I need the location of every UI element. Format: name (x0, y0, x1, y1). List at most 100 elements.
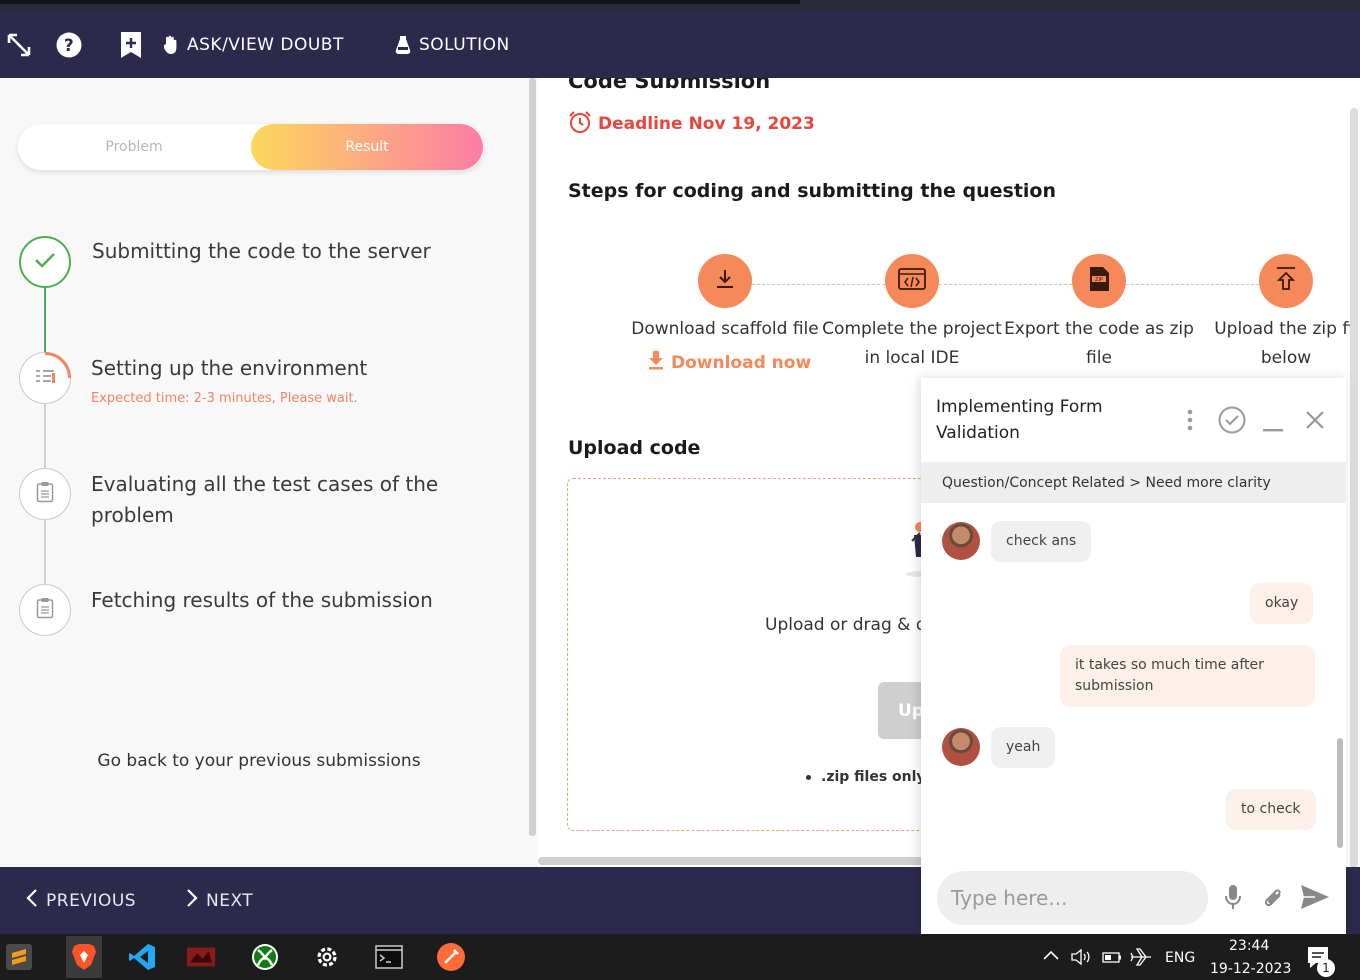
bookmark-button[interactable] (120, 12, 142, 78)
postman-icon[interactable] (436, 942, 466, 972)
solution-button[interactable]: SOLUTION (395, 12, 510, 78)
step-title: Evaluating all the test cases of the pro… (91, 469, 438, 531)
help-icon: ? (56, 32, 82, 58)
step-expected-time: Expected time: 2-3 minutes, Please wait. (91, 391, 358, 406)
step-label: Export the code as zip file (1001, 315, 1197, 373)
game-app-icon[interactable] (186, 942, 216, 972)
right-scrollbar[interactable] (1350, 108, 1358, 867)
left-scrollbar[interactable] (529, 78, 536, 836)
help-button[interactable]: ? (56, 12, 82, 78)
deadline-date: Nov 19, 2023 (688, 114, 815, 134)
next-button[interactable]: NEXT (186, 867, 253, 934)
clipboard-icon (36, 481, 54, 507)
previous-button[interactable]: PREVIOUS (26, 867, 136, 934)
step-active-circle (19, 351, 71, 404)
tray-expand-icon[interactable] (1042, 949, 1060, 965)
step-title: Submitting the code to the server (92, 239, 431, 263)
alarm-clock-icon (568, 110, 592, 138)
deadline-row: Deadline Nov 19, 2023 (568, 110, 815, 138)
raised-hand-icon (163, 35, 179, 55)
solution-label: SOLUTION (419, 35, 510, 55)
close-icon[interactable] (1305, 410, 1325, 434)
chat-title-line: Implementing Form (936, 397, 1103, 417)
chat-message-line: it takes so much time after (1075, 657, 1264, 673)
chat-message-out: okay (1250, 583, 1314, 624)
download-icon (713, 267, 737, 295)
step-pending-circle (19, 584, 71, 636)
code-window-icon (898, 267, 926, 295)
step-node: ZIP (1072, 254, 1126, 308)
result-panel: Problem Result Submitting the code to th… (0, 78, 538, 867)
chat-title-line: Validation (936, 423, 1020, 443)
xbox-icon[interactable] (250, 942, 280, 972)
chat-message-out: it takes so much time after submission (1060, 645, 1315, 707)
step-label: Upload the zip fil below (1188, 315, 1360, 373)
problem-result-toggle: Problem Result (18, 124, 484, 170)
step-node (698, 254, 752, 308)
step-label: Download scaffold file (627, 315, 823, 344)
send-icon[interactable] (1300, 884, 1330, 914)
chat-input[interactable]: Type here... (937, 871, 1208, 925)
language-indicator[interactable]: ENG (1165, 950, 1195, 966)
bookmark-add-icon (120, 31, 142, 59)
timeline-line (44, 520, 46, 584)
step-label-line: Upload the zip fil (1214, 319, 1358, 339)
tab-result[interactable]: Result (251, 124, 483, 170)
upload-icon (1274, 266, 1298, 296)
avatar (942, 522, 980, 560)
chat-category: Question/Concept Related > Need more cla… (921, 462, 1346, 503)
step-label-line: file (1086, 348, 1112, 368)
chat-scrollbar[interactable] (1337, 738, 1343, 848)
step-title-line: problem (91, 503, 174, 527)
microphone-icon[interactable] (1224, 884, 1242, 914)
step-connector (939, 284, 1072, 285)
step-label: Complete the project in local IDE (814, 315, 1010, 373)
chat-message-line: submission (1075, 678, 1154, 694)
airplane-mode-icon[interactable] (1130, 947, 1152, 971)
brave-browser-icon[interactable] (66, 936, 102, 978)
step-label-line: Download scaffold file (631, 319, 819, 339)
previous-label: PREVIOUS (46, 890, 137, 911)
attachment-icon[interactable] (1261, 884, 1285, 914)
browser-top-strip (0, 0, 1360, 12)
settings-gear-icon[interactable] (312, 942, 342, 972)
check-icon (34, 251, 56, 273)
battery-icon[interactable] (1101, 949, 1123, 969)
expand-icon (6, 32, 32, 58)
chat-message-in: yeah (991, 727, 1056, 768)
doubt-chat-window: Implementing Form Validation Question/Co… (921, 378, 1346, 934)
download-now-link[interactable]: Download now (647, 350, 811, 375)
chat-title: Implementing Form Validation (936, 394, 1156, 446)
steps-heading: Steps for coding and submitting the ques… (568, 180, 1056, 202)
top-toolbar: ? ASK/VIEW DOUBT SOLUTION (0, 12, 1360, 78)
step-label-line: in local IDE (864, 348, 960, 368)
volume-icon[interactable] (1070, 948, 1092, 970)
solution-flask-icon (395, 35, 411, 55)
zip-file-icon: ZIP (1088, 266, 1110, 296)
vscode-icon[interactable] (127, 942, 157, 972)
ask-doubt-button[interactable]: ASK/VIEW DOUBT (163, 12, 344, 78)
chevron-right-icon (186, 889, 198, 912)
minimize-icon[interactable] (1263, 418, 1283, 437)
zip-note: .zip files only (806, 769, 926, 785)
browser-tab-bar (0, 0, 800, 4)
sublime-text-icon[interactable] (4, 942, 34, 972)
step-label-line: Export the code as zip (1004, 319, 1194, 339)
horizontal-scrollbar[interactable] (538, 857, 938, 865)
clipboard-icon (36, 597, 54, 623)
avatar (942, 728, 980, 766)
step-title: Setting up the environment (91, 356, 368, 380)
progress-spinner-icon (44, 351, 71, 378)
previous-submissions-link[interactable]: Go back to your previous submissions (0, 751, 518, 771)
more-options-icon[interactable] (1186, 408, 1194, 436)
expand-button[interactable] (6, 12, 32, 78)
clock-time[interactable]: 23:44 (1229, 938, 1269, 954)
timeline-line (44, 404, 46, 468)
step-connector (752, 284, 885, 285)
ask-doubt-label: ASK/VIEW DOUBT (187, 35, 344, 55)
tab-problem[interactable]: Problem (18, 124, 250, 170)
step-connector (1126, 284, 1259, 285)
resolve-check-icon[interactable] (1218, 406, 1246, 438)
clock-date[interactable]: 19-12-2023 (1210, 961, 1291, 977)
terminal-icon[interactable] (374, 942, 404, 972)
